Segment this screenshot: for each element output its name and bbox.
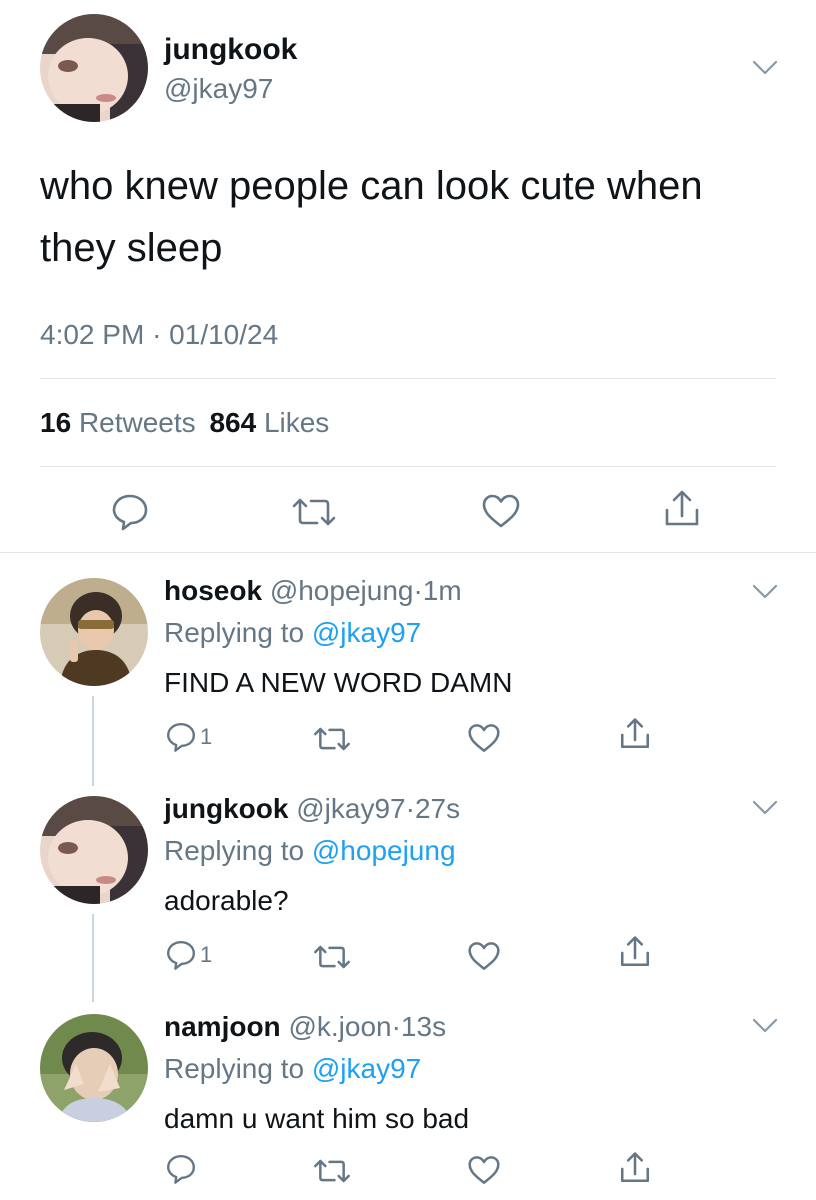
replying-to-line: Replying to @jkay97	[164, 616, 421, 650]
tweet-date: 01/10/24	[169, 319, 279, 350]
chevron-down-icon[interactable]	[752, 800, 778, 816]
retweets-count: 16	[40, 407, 72, 438]
retweet-button[interactable]	[312, 942, 352, 972]
likes-count: 864	[209, 407, 257, 438]
replying-to-label: Replying to	[164, 617, 305, 648]
main-tweet-handle[interactable]: @jkay97	[164, 72, 273, 106]
thread-line	[92, 696, 94, 786]
replying-to-link[interactable]: @jkay97	[312, 1053, 421, 1084]
retweet-button[interactable]	[312, 1156, 352, 1186]
retweets-label: Retweets	[78, 407, 196, 438]
heart-icon	[468, 942, 500, 970]
reply-header: jungkook @jkay97·27s	[164, 792, 460, 826]
reply-avatar[interactable]	[40, 1014, 148, 1122]
divider	[40, 378, 776, 379]
reply-avatar[interactable]	[40, 578, 148, 686]
divider	[40, 466, 776, 467]
share-upload-icon	[620, 1152, 650, 1183]
reply-age[interactable]: 13s	[401, 1011, 446, 1042]
retweet-arrows-icon	[292, 498, 336, 526]
main-tweet-text-line2: they sleep	[40, 226, 223, 270]
retweet-arrows-icon	[314, 727, 350, 751]
replying-to-label: Replying to	[164, 1053, 305, 1084]
replying-to-label: Replying to	[164, 835, 305, 866]
reply-handle[interactable]: @k.joon	[288, 1011, 391, 1042]
replying-to-link[interactable]: @jkay97	[312, 617, 421, 648]
like-button[interactable]	[466, 1154, 502, 1186]
reply-separator: ·	[413, 575, 423, 606]
comment-bubble-icon	[167, 941, 195, 970]
likes-stat[interactable]: 864 Likes	[209, 407, 329, 438]
reply-header: namjoon @k.joon·13s	[164, 1010, 446, 1044]
share-button[interactable]	[618, 1150, 652, 1186]
reply-text: adorable?	[164, 885, 289, 916]
retweet-button[interactable]	[290, 494, 338, 530]
tweet-time: 4:02 PM	[40, 319, 145, 350]
retweet-arrows-icon	[314, 945, 350, 969]
heart-icon	[482, 494, 520, 528]
engagement-stats: 16 Retweets 864 Likes	[40, 406, 329, 440]
like-button[interactable]	[466, 940, 502, 972]
heart-icon	[468, 1156, 500, 1184]
comment-bubble-icon	[167, 1155, 195, 1184]
comment-bubble-icon	[167, 723, 195, 752]
main-tweet-timestamp[interactable]: 4:02 PM · 01/10/24	[40, 318, 278, 352]
replying-to-link[interactable]: @hopejung	[312, 835, 456, 866]
reply-header: hoseok @hopejung·1m	[164, 574, 462, 608]
reply-handle[interactable]: @hopejung	[270, 575, 414, 606]
divider	[0, 552, 816, 553]
comment-bubble-icon	[112, 494, 148, 531]
reply-separator: ·	[391, 1011, 401, 1042]
main-tweet-avatar[interactable]	[40, 14, 148, 122]
main-tweet-display-name[interactable]: jungkook	[164, 32, 297, 68]
reply-display-name[interactable]: hoseok	[164, 575, 262, 606]
reply-avatar[interactable]	[40, 796, 148, 904]
reply-display-name[interactable]: jungkook	[164, 793, 288, 824]
likes-label: Likes	[263, 407, 330, 438]
chevron-down-icon[interactable]	[752, 60, 778, 76]
share-button[interactable]	[618, 716, 652, 752]
share-upload-icon	[620, 718, 650, 749]
thread-line	[92, 914, 94, 1002]
reply-display-name[interactable]: namjoon	[164, 1011, 281, 1042]
heart-icon	[468, 724, 500, 752]
like-button[interactable]	[480, 492, 522, 530]
replying-to-line: Replying to @hopejung	[164, 834, 456, 868]
timestamp-separator: ·	[152, 319, 162, 350]
reply-text: damn u want him so bad	[164, 1103, 470, 1134]
chevron-down-icon[interactable]	[752, 1018, 778, 1034]
share-upload-icon	[665, 490, 699, 526]
reply-age[interactable]: 27s	[415, 793, 460, 824]
chevron-down-icon[interactable]	[752, 584, 778, 600]
retweet-button[interactable]	[312, 724, 352, 754]
reply-button[interactable]: 1	[164, 938, 212, 972]
reply-count: 1	[200, 942, 213, 967]
retweet-arrows-icon	[314, 1159, 350, 1183]
share-button[interactable]	[618, 934, 652, 970]
reply-button[interactable]	[110, 492, 150, 532]
reply-age[interactable]: 1m	[423, 575, 462, 606]
main-tweet-text-line1: who knew people can look cute when	[40, 164, 703, 208]
reply-text: FIND A NEW WORD DAMN	[164, 667, 513, 698]
retweets-stat[interactable]: 16 Retweets	[40, 407, 203, 438]
reply-handle[interactable]: @jkay97	[296, 793, 405, 824]
reply-separator: ·	[405, 793, 415, 824]
reply-button[interactable]	[164, 1152, 200, 1186]
reply-count: 1	[200, 724, 213, 749]
like-button[interactable]	[466, 722, 502, 754]
share-upload-icon	[620, 936, 650, 967]
share-button[interactable]	[662, 488, 702, 530]
replying-to-line: Replying to @jkay97	[164, 1052, 421, 1086]
reply-button[interactable]: 1	[164, 720, 212, 754]
